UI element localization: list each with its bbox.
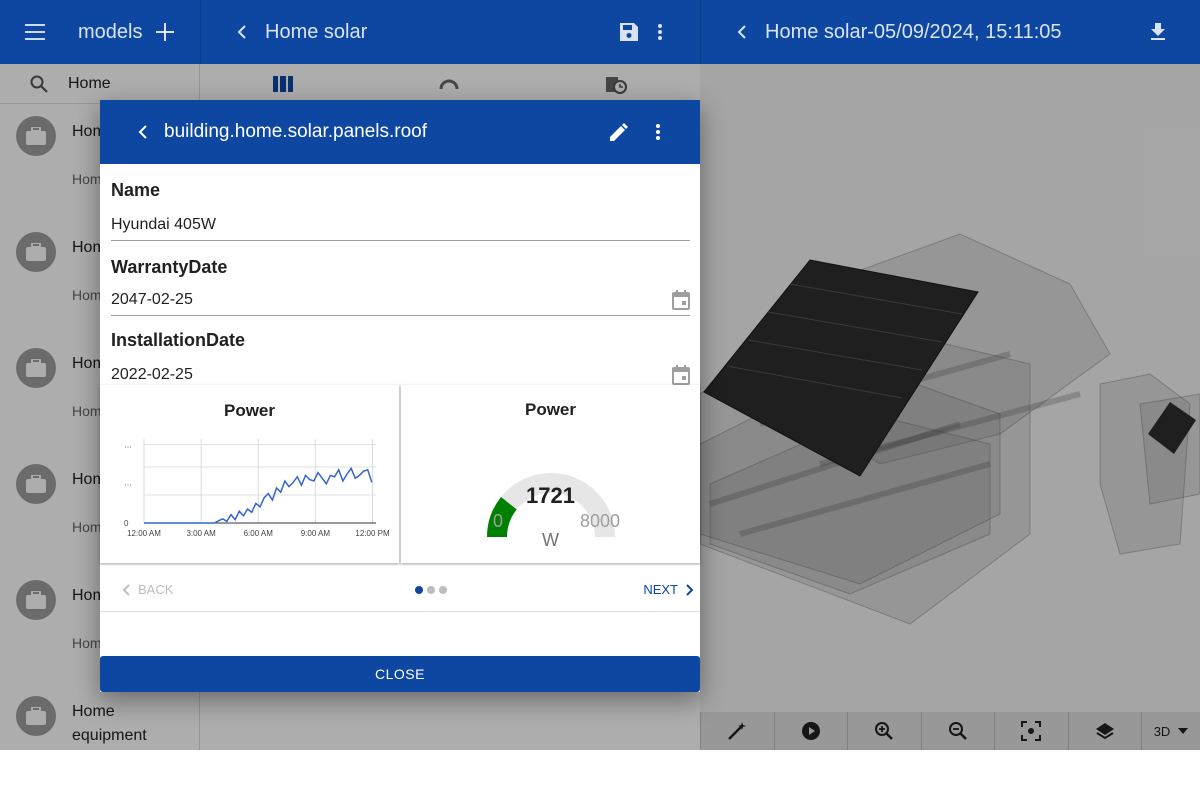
more-vert-icon[interactable] bbox=[658, 24, 662, 40]
x-tick-label: 6:00 AM bbox=[244, 529, 274, 538]
download-icon[interactable] bbox=[1150, 23, 1166, 41]
gauge-unit: W bbox=[542, 530, 559, 550]
back-chevron-icon[interactable] bbox=[237, 25, 247, 39]
close-label: CLOSE bbox=[375, 666, 425, 682]
entity-detail-dialog: building.home.solar.panels.roof Name Hyu… bbox=[100, 100, 700, 692]
step-dot-active[interactable] bbox=[415, 585, 424, 594]
name-input[interactable]: Hyundai 405W bbox=[111, 209, 690, 241]
back-chevron-icon[interactable] bbox=[737, 25, 747, 39]
gauge-max: 8000 bbox=[580, 511, 621, 531]
installation-date-field: InstallationDate 2022-02-25 bbox=[100, 330, 700, 391]
menu-icon[interactable] bbox=[24, 20, 48, 44]
line-chart-title: Power bbox=[223, 401, 276, 420]
dialog-title: building.home.solar.panels.roof bbox=[164, 121, 428, 142]
x-tick-label: 12:00 AM bbox=[127, 529, 161, 538]
viewer-title: Home solar-05/09/2024, 15:11:05 bbox=[765, 20, 1062, 43]
power-line-chart-card: Power 12:00 AM 3:00 AM 6:00 AM 9:00 AM 12:00… bbox=[100, 385, 399, 563]
back-label: BACK bbox=[138, 582, 174, 597]
stepper-dots bbox=[415, 585, 448, 594]
save-icon[interactable] bbox=[620, 23, 638, 41]
chevron-left-icon bbox=[122, 583, 130, 596]
installation-date-label: InstallationDate bbox=[111, 330, 246, 350]
y-tick-label: … bbox=[124, 441, 132, 450]
gauge-title: Power bbox=[524, 400, 577, 419]
models-title: models bbox=[78, 20, 143, 43]
step-dot[interactable] bbox=[427, 585, 436, 594]
chevron-right-icon bbox=[686, 583, 694, 596]
calendar-icon bbox=[672, 289, 690, 310]
home-solar-title: Home solar bbox=[265, 20, 368, 43]
name-value: Hyundai 405W bbox=[111, 215, 216, 233]
y-tick-label: 0 bbox=[124, 519, 129, 528]
next-button[interactable]: NEXT bbox=[643, 582, 694, 597]
power-line-chart[interactable]: 12:00 AM 3:00 AM 6:00 AM 9:00 AM 12:00 PM 0 … … bbox=[100, 433, 399, 563]
viewer-app-bar: Home solar-05/09/2024, 15:11:05 bbox=[700, 0, 1200, 64]
x-tick-label: 9:00 AM bbox=[301, 529, 331, 538]
y-tick-label: … bbox=[124, 478, 132, 487]
home-solar-app-bar: Home solar bbox=[200, 0, 700, 64]
warranty-date-label: WarrantyDate bbox=[111, 257, 228, 277]
chart-cards: Power 12:00 AM 3:00 AM 6:00 AM 9:00 AM 12:00… bbox=[100, 385, 700, 565]
back-button[interactable]: BACK bbox=[122, 582, 173, 597]
warranty-date-value: 2047-02-25 bbox=[111, 290, 193, 308]
gauge-value: 1721 bbox=[526, 483, 575, 508]
carousel-stepper: BACK NEXT bbox=[100, 568, 700, 612]
power-gauge-card: Power 1721 0 8000 W bbox=[401, 385, 700, 563]
next-label: NEXT bbox=[643, 582, 678, 597]
dialog-back-icon[interactable] bbox=[138, 125, 148, 139]
x-tick-label: 3:00 AM bbox=[186, 529, 216, 538]
step-dot[interactable] bbox=[439, 585, 448, 594]
close-button[interactable]: CLOSE bbox=[100, 656, 700, 692]
name-field: Name Hyundai 405W bbox=[100, 180, 700, 241]
x-tick-label: 12:00 PM bbox=[355, 529, 390, 538]
dialog-more-vert-icon[interactable] bbox=[656, 124, 660, 140]
installation-date-value: 2022-02-25 bbox=[111, 365, 193, 383]
name-label: Name bbox=[111, 180, 161, 200]
dialog-header: building.home.solar.panels.roof bbox=[100, 100, 700, 164]
calendar-icon bbox=[672, 364, 690, 385]
models-app-bar: models bbox=[0, 0, 200, 64]
warranty-date-input[interactable]: 2047-02-25 bbox=[111, 284, 690, 316]
add-icon[interactable] bbox=[156, 23, 175, 41]
warranty-date-field: WarrantyDate 2047-02-25 bbox=[100, 257, 700, 316]
edit-icon[interactable] bbox=[610, 123, 628, 141]
gauge-min: 0 bbox=[493, 511, 504, 531]
